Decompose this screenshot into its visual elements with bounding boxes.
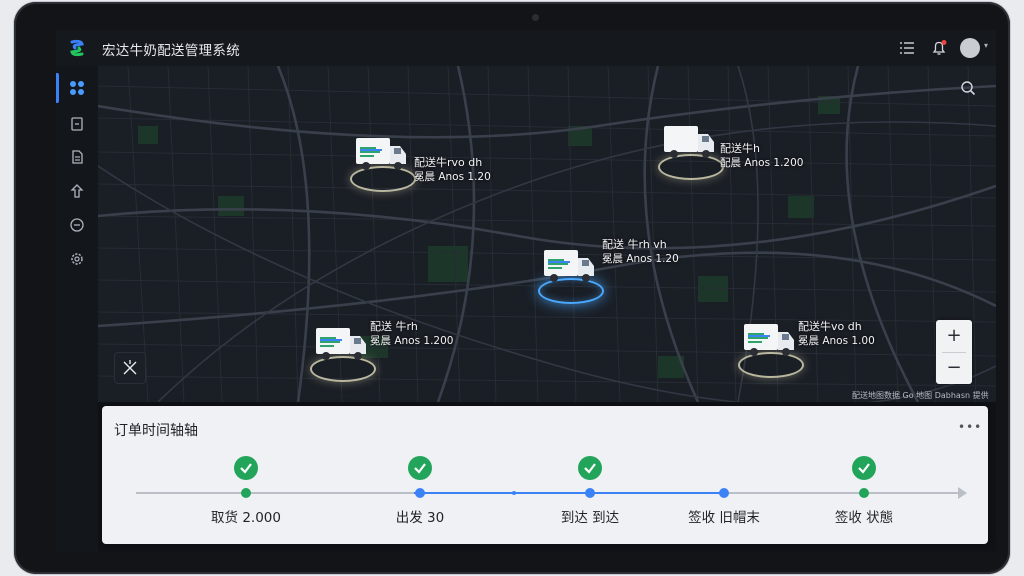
timeline-step-dot[interactable] — [241, 488, 251, 498]
timeline-step-label: 到达 到达 — [560, 510, 620, 526]
truck-info: 冕晨 Anos 1.20 — [602, 253, 679, 265]
support-icon — [70, 218, 84, 232]
truck-marker-1[interactable] — [346, 130, 418, 192]
truck-name: 配送 牛rh vh — [602, 238, 667, 251]
route-icon — [70, 184, 84, 198]
timeline-step-dot[interactable] — [859, 488, 869, 498]
map-layers-button[interactable] — [114, 352, 146, 384]
timeline-step-label: 取货 2.000 — [211, 510, 281, 526]
truck-label-2: 配送牛h 配晨 Anos 1.200 — [720, 142, 803, 170]
map-attribution: 配送地图数据 Go 地图 Dabhasn 提供 — [852, 391, 989, 400]
truck-marker-4[interactable] — [306, 320, 378, 382]
truck-marker-2[interactable] — [654, 118, 726, 180]
user-avatar[interactable] — [960, 38, 980, 58]
sidebar-item-routes[interactable] — [56, 177, 98, 205]
map-roads — [98, 66, 996, 402]
timeline-title: 订单时间轴轴 — [114, 423, 198, 439]
delivery-truck-icon — [544, 250, 594, 282]
more-options-button[interactable]: ••• — [958, 420, 982, 434]
truck-info: 冕晨 Anos 1.200 — [370, 335, 454, 347]
app-screen: 宏达牛奶配送管理系统 ▾ + − 配送地图数据 Go 地图 Dabhasn 提供… — [56, 30, 996, 552]
zoom-out-button[interactable]: − — [936, 352, 972, 384]
truck-name: 配送牛vo dh — [798, 320, 862, 333]
map-search-icon[interactable] — [960, 80, 976, 96]
sidebar — [56, 66, 98, 552]
timeline-arrow-icon — [958, 487, 967, 499]
list-icon[interactable] — [898, 39, 916, 57]
sidebar-item-settings[interactable] — [56, 245, 98, 273]
app-logo-icon — [70, 39, 84, 57]
truck-label-3: 配送 牛rh vh 冕晨 Anos 1.20 — [602, 238, 679, 266]
truck-info: 冕晨 Anos 1.00 — [798, 335, 875, 347]
sidebar-item-documents[interactable] — [56, 143, 98, 171]
chevron-down-icon[interactable]: ▾ — [984, 41, 988, 50]
delivery-truck-icon — [316, 328, 366, 360]
timeline-step-dot[interactable] — [719, 488, 729, 498]
truck-marker-3[interactable] — [534, 242, 606, 304]
truck-name: 配送牛rvo dh — [414, 156, 483, 169]
app-title: 宏达牛奶配送管理系统 — [102, 43, 240, 59]
zoom-in-button[interactable]: + — [936, 320, 972, 352]
truck-name: 配送 牛rh — [370, 320, 418, 333]
truck-label-4: 配送 牛rh 冕晨 Anos 1.200 — [370, 320, 453, 348]
truck-info: 冕晨 Anos 1.20 — [414, 171, 491, 183]
timeline-step-dot[interactable] — [415, 488, 425, 498]
truck-label-5: 配送牛vo dh 冕晨 Anos 1.00 — [798, 320, 875, 348]
truck-marker-5[interactable] — [734, 316, 806, 378]
timeline-step-dot[interactable] — [585, 488, 595, 498]
zoom-control: + − — [936, 320, 972, 384]
sidebar-item-dashboard[interactable] — [56, 74, 98, 102]
top-bar: 宏达牛奶配送管理系统 ▾ — [56, 30, 996, 66]
delivery-truck-icon — [744, 324, 794, 356]
notification-bell-icon[interactable] — [930, 39, 948, 57]
step-check-icon — [234, 456, 258, 480]
dashboard-icon — [70, 81, 84, 95]
front-camera — [532, 14, 539, 21]
timeline-step-label: 签收 旧帽末 — [688, 510, 760, 526]
layers-icon — [123, 360, 137, 375]
tablet-frame: 宏达牛奶配送管理系统 ▾ + − 配送地图数据 Go 地图 Dabhasn 提供… — [14, 2, 1010, 574]
delivery-truck-icon — [664, 126, 714, 158]
sidebar-item-orders[interactable] — [56, 110, 98, 138]
step-check-icon — [852, 456, 876, 480]
delivery-truck-icon — [356, 138, 406, 170]
truck-label-1: 配送牛rvo dh 冕晨 Anos 1.20 — [414, 156, 491, 184]
step-check-icon — [578, 456, 602, 480]
settings-icon — [71, 253, 83, 265]
document-icon — [72, 150, 83, 164]
order-timeline-card: 订单时间轴轴 ••• 取货 2.000 出发 30 到达 到达 签收 旧帽末 签… — [102, 406, 988, 544]
timeline-step-label: 签收 状態 — [834, 510, 894, 526]
timeline-progress — [414, 492, 722, 494]
truck-name: 配送牛h — [720, 142, 760, 155]
delivery-map[interactable]: + − 配送地图数据 Go 地图 Dabhasn 提供 配送牛rvo dh 冕晨… — [98, 66, 996, 402]
step-check-icon — [408, 456, 432, 480]
truck-info: 配晨 Anos 1.200 — [720, 157, 804, 169]
orders-icon — [71, 117, 83, 131]
sidebar-item-support[interactable] — [56, 211, 98, 239]
timeline-midpoint — [512, 491, 516, 495]
timeline-step-label: 出发 30 — [395, 510, 445, 526]
